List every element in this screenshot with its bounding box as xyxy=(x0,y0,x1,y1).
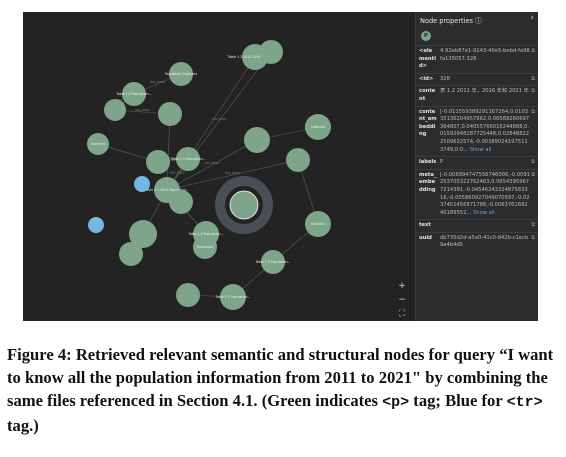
property-row: meta_embedding [-0.006994747556746006,-0.… xyxy=(416,168,538,220)
panel-title: Node properties ⓘ xyxy=(420,17,482,25)
label-tag-chip[interactable]: P xyxy=(421,31,431,41)
property-row: labels P ⧉ xyxy=(416,156,538,169)
copy-icon[interactable]: ⧉ xyxy=(531,222,535,230)
graph-node-label: Table 1.4 Population... xyxy=(115,92,151,96)
graph-node[interactable] xyxy=(259,40,283,64)
figure-caption: Figure 4: Retrieved relevant semantic an… xyxy=(7,343,563,437)
graph-node[interactable] xyxy=(244,127,270,153)
selected-graph-node[interactable] xyxy=(229,190,259,220)
graph-canvas[interactable]: HAS_CHILD HAS_CHILD HAS_CHILD HAS_CHILD HAS_… xyxy=(23,12,415,321)
property-key: <id> xyxy=(419,75,434,82)
property-row: text ⧉ xyxy=(416,219,538,232)
caption-text-2: tag; Blue for xyxy=(409,391,507,410)
zoom-controls: + − ⛶ xyxy=(396,280,408,321)
property-value-text: P xyxy=(440,159,444,166)
property-row: <elementId> 4:92eb87e1-9143-40e5-bebd-fa9… xyxy=(416,45,538,73)
graph-node[interactable] xyxy=(119,242,143,266)
property-value: db735d2d-a5a0-41c0-842b-c1ecb9a4b4d5 xyxy=(437,234,530,250)
property-key: content xyxy=(419,88,436,102)
graph-node-label: Population xyxy=(197,245,214,249)
property-key: text xyxy=(419,222,431,229)
property-value xyxy=(437,221,530,230)
property-key: content_embedding xyxy=(419,108,437,138)
graph-node[interactable] xyxy=(104,99,126,121)
property-key: labels xyxy=(419,159,437,166)
property-value: 328 xyxy=(437,75,530,84)
graph-node-tr[interactable] xyxy=(134,176,150,192)
edge-label: HAS_CHILD xyxy=(205,161,220,165)
property-value: [-0.006994747556746006,-0.00912537053227… xyxy=(437,171,530,218)
graph-visualization[interactable]: HAS_CHILDHAS_CHILDHAS_CHILDHAS_CHILDHAS_… xyxy=(23,12,415,321)
caption-code-p: <p> xyxy=(382,394,410,411)
property-table: <elementId> 4:92eb87e1-9143-40e5-bebd-fa9… xyxy=(416,45,538,252)
property-value-text: 328 xyxy=(440,75,450,82)
property-key: <elementId> xyxy=(419,48,437,70)
edge-label: HAS_CHILD xyxy=(135,108,150,112)
graph-node-label: Table 1.7 Population... xyxy=(214,295,250,299)
zoom-in-icon[interactable]: + xyxy=(396,280,408,292)
panel-header: Node properties ⓘ › xyxy=(416,12,538,27)
graph-node-label: Table 1.3 Population... xyxy=(169,157,205,161)
show-all-link[interactable]: Show all xyxy=(468,147,492,153)
copy-icon[interactable]: ⧉ xyxy=(531,172,535,180)
graph-node[interactable] xyxy=(176,283,200,307)
caption-code-tr: <tr> xyxy=(506,394,543,411)
graph-node-label: Statistics xyxy=(311,222,326,226)
graph-node[interactable] xyxy=(286,148,310,172)
property-value: [-0.011559389291167264,0.010335136204957… xyxy=(437,108,530,155)
copy-icon[interactable]: ⧉ xyxy=(531,159,535,167)
neo4j-browser-screenshot: HAS_CHILD HAS_CHILD HAS_CHILD HAS_CHILD HAS_… xyxy=(23,12,538,321)
property-row: <id> 328 ⧉ xyxy=(416,72,538,86)
property-row: uuid db735d2d-a5a0-41c0-842b-c1ecb9a4b4d5… xyxy=(416,231,538,252)
property-row: content_embedding [-0.011559389291167264,… xyxy=(416,105,538,157)
copy-icon[interactable]: ⧉ xyxy=(531,48,535,56)
graph-node[interactable] xyxy=(146,150,170,174)
property-value: 4:92eb87e1-9143-40e5-bebd-fa98fa135057:3… xyxy=(437,47,530,71)
graph-node-label: Statistics xyxy=(311,125,326,129)
copy-icon[interactable]: ⧉ xyxy=(531,235,535,243)
graph-node-label: Population Statistics xyxy=(165,72,198,76)
graph-node-label: Overview xyxy=(90,142,105,146)
zoom-out-icon[interactable]: − xyxy=(396,294,408,306)
property-value-text: 表 1.2 2011 年，2016 年和 2021 年 xyxy=(440,88,529,95)
property-key: uuid xyxy=(419,234,432,241)
copy-icon[interactable]: ⧉ xyxy=(531,88,535,96)
property-row: content 表 1.2 2011 年，2016 年和 2021 年 ⧉ xyxy=(416,85,538,105)
edge-label: HAS_CHILD xyxy=(150,80,165,84)
graph-node[interactable] xyxy=(169,190,193,214)
property-value-text: 4:92eb87e1-9143-40e5-bebd-fa98fa135057:3… xyxy=(440,48,530,62)
property-value: P xyxy=(437,158,530,167)
node-properties-panel: Node properties ⓘ › P <elementId> 4:92eb8… xyxy=(415,12,538,321)
caption-text-3: tag.) xyxy=(7,416,39,435)
property-value: 表 1.2 2011 年，2016 年和 2021 年 xyxy=(437,87,530,103)
graph-node-label: Table 1.6 Population... xyxy=(254,260,290,264)
graph-node[interactable] xyxy=(158,102,182,126)
expand-panel-icon[interactable]: › xyxy=(530,13,534,23)
fit-to-screen-icon[interactable]: ⛶ xyxy=(396,308,408,320)
property-value-text: db735d2d-a5a0-41c0-842b-c1ecb9a4b4d5 xyxy=(440,234,529,249)
copy-icon[interactable]: ⧉ xyxy=(531,76,535,84)
copy-icon[interactable]: ⧉ xyxy=(531,109,535,117)
edge-label: HAS_CHILD xyxy=(225,171,240,175)
graph-node-tr[interactable] xyxy=(88,217,104,233)
property-key: meta_embedding xyxy=(419,171,437,193)
show-all-link[interactable]: Show all xyxy=(471,210,495,216)
